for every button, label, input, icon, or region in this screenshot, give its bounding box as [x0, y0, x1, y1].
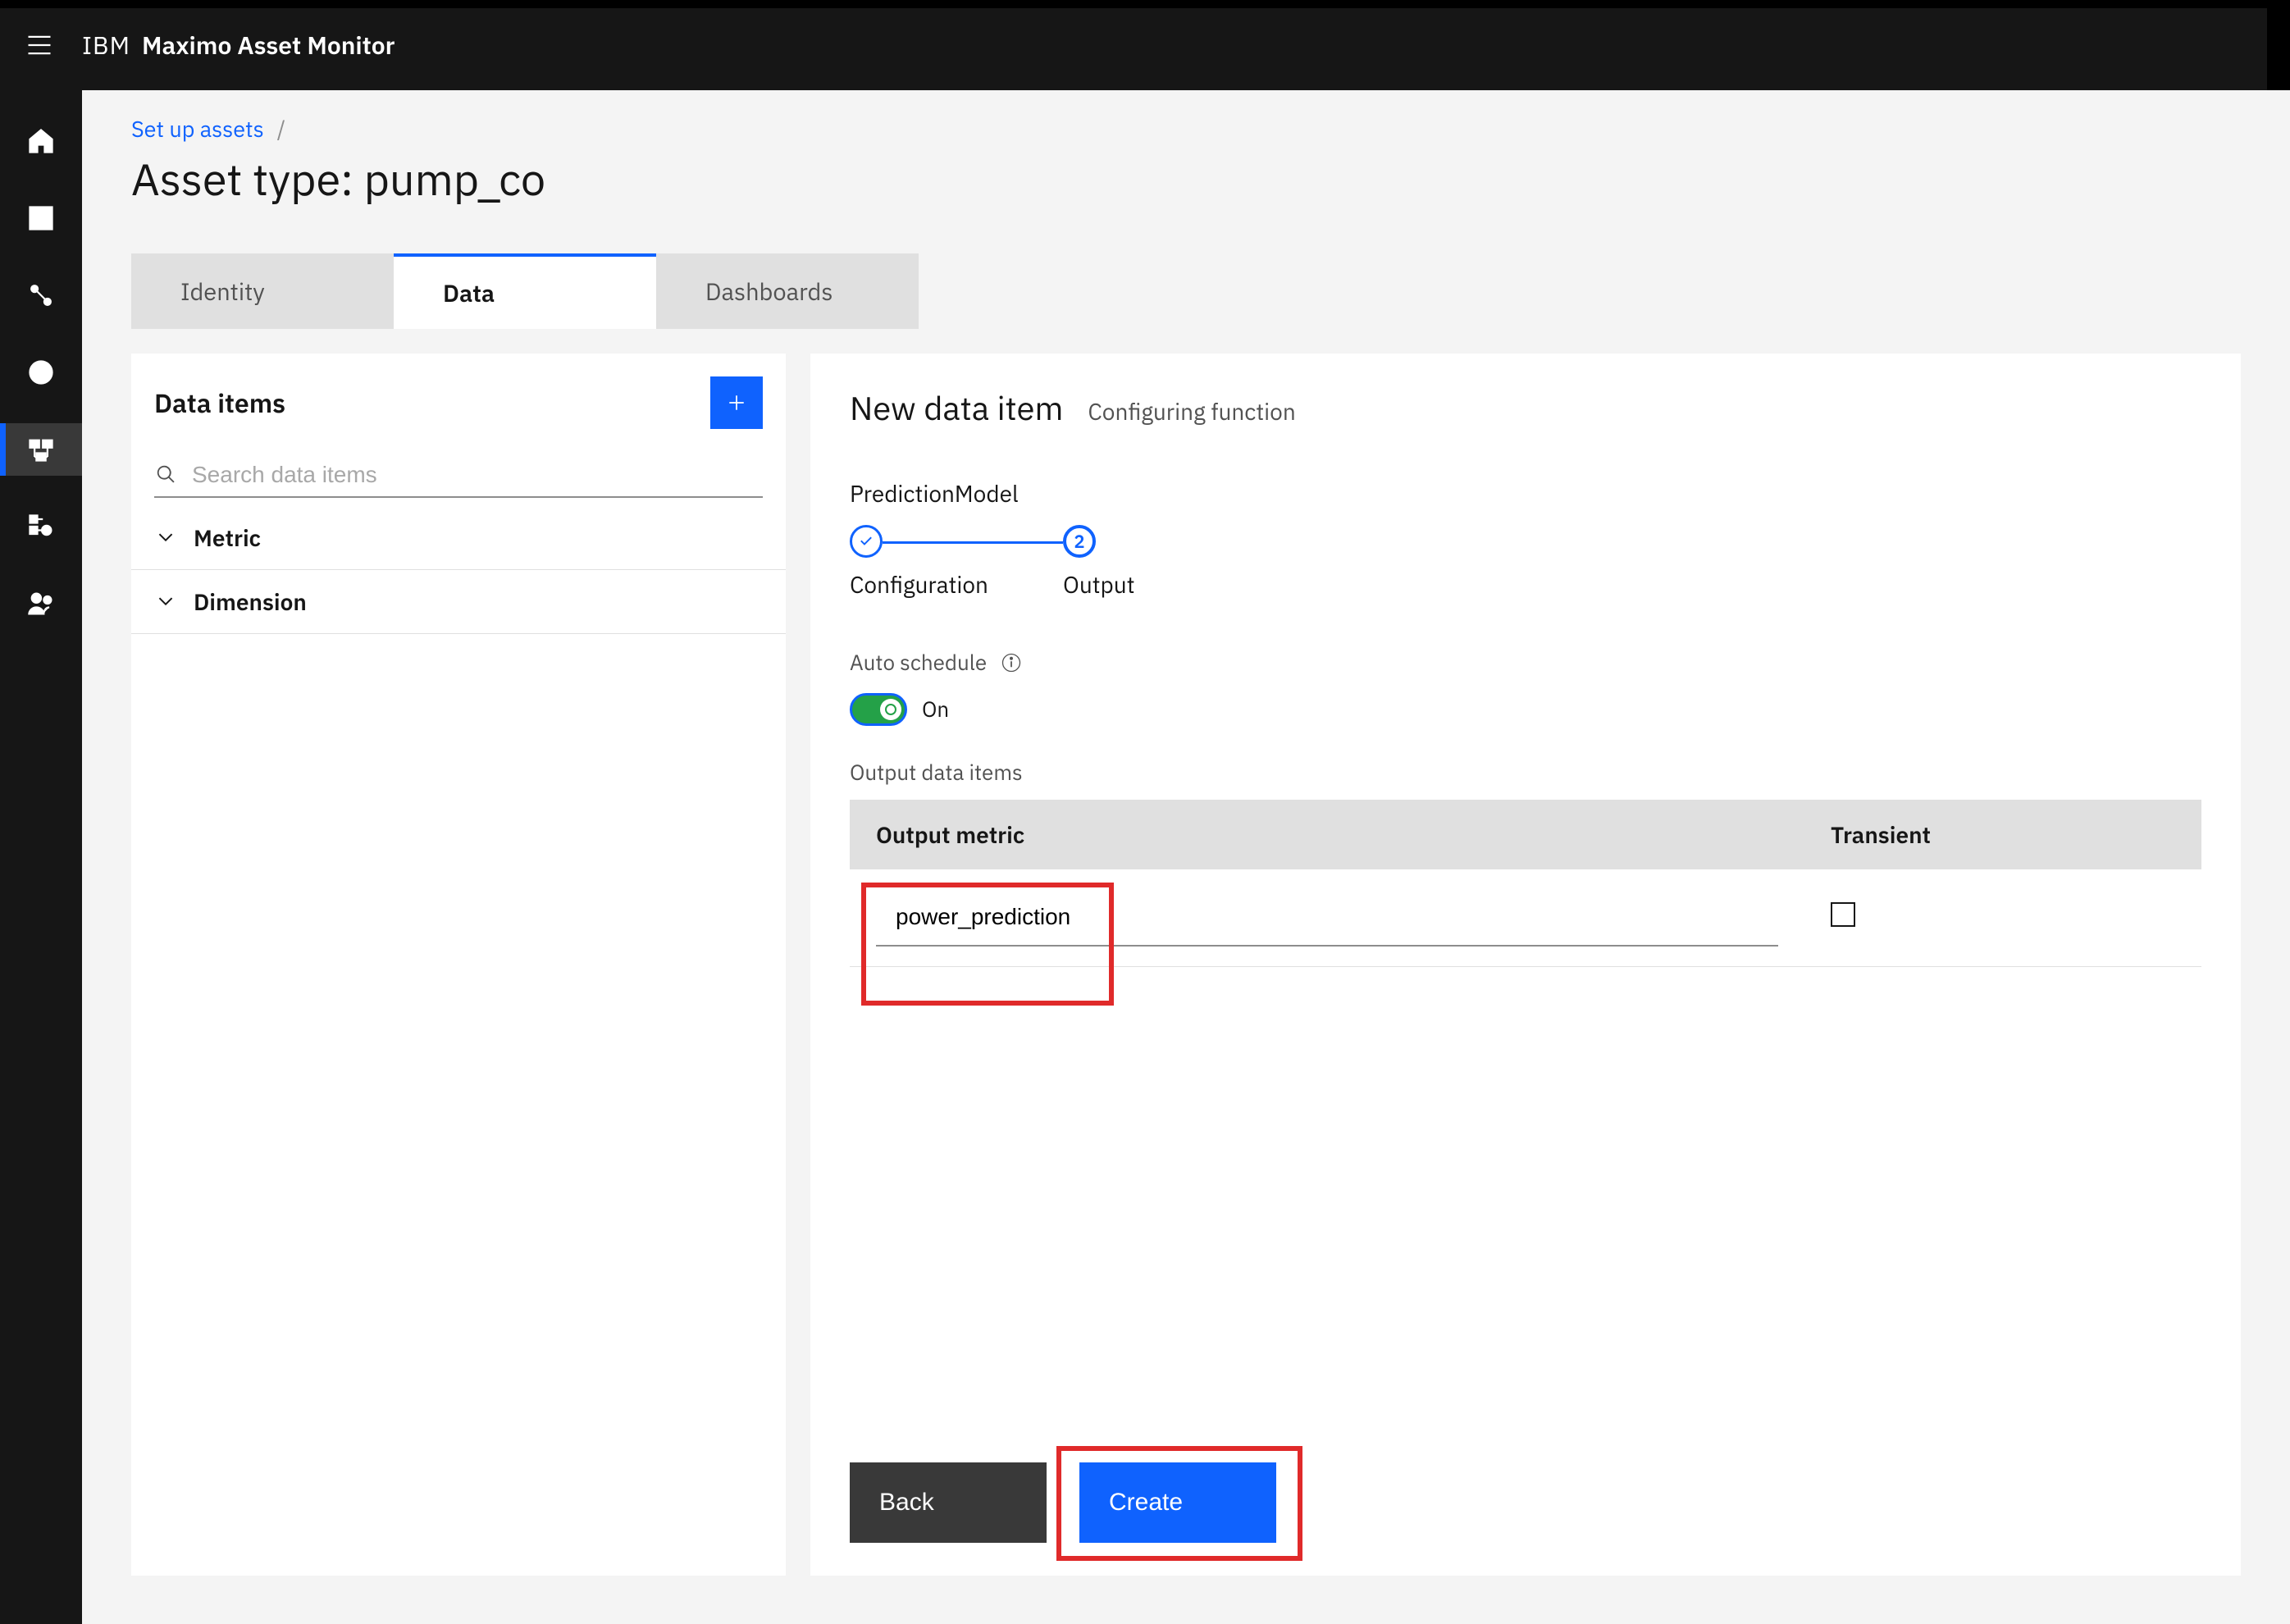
back-button[interactable]: Back — [850, 1462, 1047, 1543]
auto-schedule-toggle[interactable] — [850, 693, 907, 726]
brand-prefix: IBM — [82, 30, 130, 62]
tabs: Identity Data Dashboards — [131, 253, 2241, 329]
plus-icon — [725, 391, 748, 414]
hamburger-icon — [25, 30, 54, 60]
new-item-subtitle: Configuring function — [1088, 396, 1295, 427]
sidenav-catalog[interactable] — [0, 500, 82, 553]
home-icon — [26, 126, 56, 156]
info-icon[interactable] — [1000, 651, 1023, 674]
catalog-icon — [26, 512, 56, 541]
progress-step-configuration[interactable]: Configuration — [850, 525, 1063, 600]
chevron-down-icon — [154, 591, 177, 614]
brand: IBM Maximo Asset Monitor — [82, 30, 395, 62]
content-row: Data items Metric Dimension — [82, 329, 2290, 1608]
step-current-circle: 2 — [1063, 525, 1096, 558]
output-table: Output metric Transient — [850, 800, 2201, 967]
brand-name: Maximo Asset Monitor — [142, 30, 395, 62]
sidenav-dashboards[interactable] — [0, 192, 82, 244]
menu-toggle[interactable] — [13, 30, 66, 60]
data-item-label: Metric — [194, 522, 261, 553]
step-label: Configuration — [850, 569, 988, 600]
breadcrumb: Set up assets / — [131, 115, 2241, 144]
sidenav-connections[interactable] — [0, 269, 82, 322]
sidenav-explore[interactable] — [0, 346, 82, 399]
top-strip — [0, 0, 2290, 8]
sidenav-users[interactable] — [0, 577, 82, 630]
page-header: Set up assets / Asset type: pump_co Iden… — [82, 90, 2290, 329]
step-number: 2 — [1074, 530, 1084, 554]
data-item-metric[interactable]: Metric — [131, 506, 786, 570]
sidenav-home[interactable] — [0, 115, 82, 167]
new-item-header: New data item Configuring function — [850, 386, 2201, 429]
connections-icon — [26, 281, 56, 310]
data-items-search[interactable] — [154, 462, 763, 498]
main-area: Set up assets / Asset type: pump_co Iden… — [82, 90, 2290, 1624]
transient-cell — [1804, 869, 2201, 967]
topbar-right-accent — [2267, 0, 2290, 90]
output-metric-input[interactable] — [876, 889, 1778, 947]
data-item-dimension[interactable]: Dimension — [131, 570, 786, 634]
data-item-label: Dimension — [194, 586, 307, 617]
create-button-wrap: Create — [1079, 1462, 1276, 1543]
sidenav-setup[interactable] — [0, 423, 82, 476]
metric-cell — [850, 869, 1804, 967]
action-row: Back Create — [850, 1462, 1276, 1543]
grid-icon — [26, 203, 56, 233]
check-icon — [857, 532, 875, 550]
data-items-header: Data items — [131, 354, 786, 445]
new-data-item-panel: New data item Configuring function Predi… — [810, 354, 2241, 1576]
page-title: Asset type: pump_co — [131, 150, 2241, 208]
toggle-knob — [880, 699, 901, 720]
auto-schedule-label-row: Auto schedule — [850, 649, 2201, 677]
top-bar: IBM Maximo Asset Monitor — [0, 0, 2290, 90]
col-output-metric: Output metric — [850, 800, 1804, 869]
side-nav — [0, 90, 82, 1624]
model-name-label: PredictionModel — [850, 478, 2201, 509]
step-complete-circle — [850, 525, 883, 558]
create-button[interactable]: Create — [1079, 1462, 1276, 1543]
auto-schedule-toggle-row: On — [850, 693, 2201, 726]
search-icon — [154, 463, 179, 487]
search-input[interactable] — [192, 462, 763, 488]
breadcrumb-separator: / — [277, 115, 285, 144]
progress-step-output[interactable]: 2 Output — [1063, 525, 1276, 600]
tab-dashboards[interactable]: Dashboards — [656, 253, 919, 329]
transient-checkbox[interactable] — [1831, 902, 1855, 927]
users-icon — [26, 589, 56, 618]
new-item-title: New data item — [850, 386, 1063, 429]
auto-schedule-label: Auto schedule — [850, 649, 987, 677]
tab-data[interactable]: Data — [394, 253, 656, 329]
setup-icon — [26, 435, 56, 464]
output-items-label: Output data items — [850, 759, 2201, 787]
data-items-panel: Data items Metric Dimension — [131, 354, 786, 1576]
col-transient: Transient — [1804, 800, 2201, 869]
progress-connector — [883, 541, 1063, 544]
step-label: Output — [1063, 569, 1135, 600]
chevron-down-icon — [154, 527, 177, 550]
breadcrumb-root[interactable]: Set up assets — [131, 115, 264, 144]
toggle-state-label: On — [922, 696, 949, 723]
progress-indicator: Configuration 2 Output — [850, 525, 2201, 600]
compass-icon — [26, 358, 56, 387]
tab-identity[interactable]: Identity — [131, 253, 394, 329]
add-data-item-button[interactable] — [710, 376, 763, 429]
data-items-title: Data items — [154, 385, 285, 420]
table-row — [850, 869, 2201, 967]
